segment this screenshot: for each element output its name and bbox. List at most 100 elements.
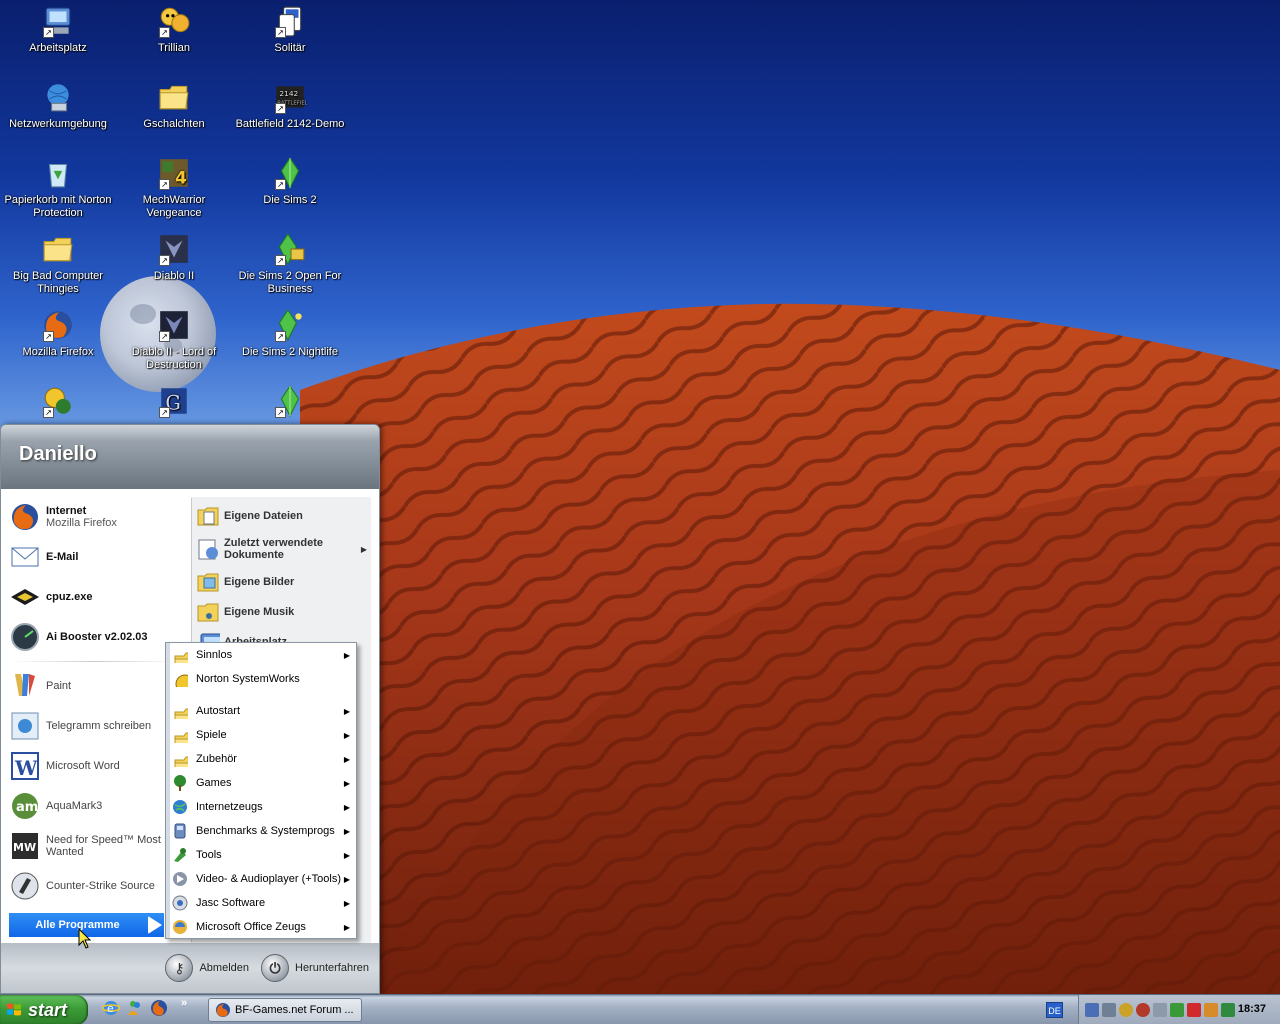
quick-launch-more[interactable]: »: [181, 997, 187, 1009]
antivirus-tray-icon[interactable]: [1136, 1003, 1150, 1017]
desktop-icon[interactable]: 2142BATTLEFIELD↗ Battlefield 2142-Demo: [232, 80, 348, 131]
recent-programs: Paint Telegramm schreiben W Microsoft Word a…: [1, 666, 189, 906]
programs-menu-item[interactable]: Zubehör ▶: [166, 747, 356, 779]
telegram-icon: [9, 710, 41, 742]
programs-menu-item[interactable]: Games ▶: [166, 771, 356, 795]
chevron-right-icon: ▶: [343, 706, 350, 716]
programs-menu-item-label: Video- & Audioplayer (+Tools): [196, 873, 342, 885]
desktop-icon[interactable]: ↗: [232, 384, 348, 422]
desktop-icon[interactable]: ↗ Diablo II: [116, 232, 232, 283]
recent-program-item[interactable]: Counter-Strike Source: [1, 866, 189, 906]
places-item[interactable]: Zuletzt verwendete Dokumente ▶: [192, 531, 371, 567]
programs-menu-item[interactable]: Tools ▶: [166, 843, 356, 867]
recent-program-item[interactable]: Telegramm schreiben: [1, 706, 189, 746]
desktop-icon[interactable]: ↗ Mozilla Firefox: [0, 308, 116, 359]
green-leaf-tray-icon[interactable]: [1170, 1003, 1184, 1017]
error-tray-icon[interactable]: [1187, 1003, 1201, 1017]
svg-text:MW: MW: [13, 841, 36, 854]
chevron-right-icon: ▶: [343, 802, 350, 812]
pinned-program-item[interactable]: E-Mail: [1, 537, 189, 577]
chevron-right-icon: ▶: [343, 754, 350, 764]
media-icon: [172, 871, 188, 887]
programs-menu-item[interactable]: Microsoft Office Zeugs ▶: [166, 915, 356, 939]
programs-menu-item[interactable]: Internetzeugs ▶: [166, 795, 356, 819]
pictures-folder-icon: [196, 570, 220, 594]
start-menu-programs-column: Internet Mozilla Firefox E-Mail cpuz.exe Ai …: [1, 491, 189, 943]
pinned-program-item[interactable]: Internet Mozilla Firefox: [1, 497, 189, 537]
svg-text:4: 4: [175, 169, 187, 189]
benchmark-icon: [172, 823, 188, 839]
desktop-icon[interactable]: ↗ Trillian: [116, 4, 232, 55]
programs-menu-item-label: Benchmarks & Systemprogs: [196, 825, 335, 837]
mechwarrior-icon: 4 ↗: [157, 156, 191, 190]
desktop-icon-label: Diablo II: [153, 270, 195, 282]
desktop-icon[interactable]: ↗ Diablo II - Lord of Destruction: [116, 308, 232, 372]
desktop-icon-label: Mozilla Firefox: [22, 346, 94, 358]
all-programs-menu: Sinnlos ▶ Norton SystemWorks Autostart ▶ Spie…: [165, 642, 357, 939]
word-icon: W: [9, 750, 41, 782]
places-item[interactable]: Eigene Musik: [192, 597, 371, 627]
programs-menu-item[interactable]: Video- & Audioplayer (+Tools) ▶: [166, 867, 356, 891]
desktop-icon[interactable]: 4 ↗ MechWarrior Vengeance: [116, 156, 232, 220]
start-label: start: [28, 999, 68, 1020]
desktop-icon-label: Arbeitsplatz: [29, 42, 87, 54]
solitaire-icon: ↗: [273, 4, 307, 38]
places-item-label: Eigene Musik: [224, 606, 295, 618]
pinned-program-item[interactable]: cpuz.exe: [1, 577, 189, 617]
start-button[interactable]: start: [0, 995, 88, 1024]
volume-tray-icon[interactable]: [1102, 1003, 1116, 1017]
clock[interactable]: 18:37: [1238, 1003, 1266, 1015]
logoff-button[interactable]: ⚷ Abmelden: [165, 954, 249, 982]
tree-icon: [172, 775, 188, 791]
recent-program-item[interactable]: W Microsoft Word: [1, 746, 189, 786]
desktop-icon[interactable]: ↗ Die Sims 2: [232, 156, 348, 207]
safely-remove-tray-icon[interactable]: [1221, 1003, 1235, 1017]
programs-menu-item[interactable]: Spiele ▶: [166, 723, 356, 755]
places-item-label: Eigene Dateien: [224, 510, 303, 522]
recent-program-item[interactable]: am AquaMark3: [1, 786, 189, 826]
programs-menu-item[interactable]: Norton SystemWorks: [166, 667, 356, 699]
sims-nightlife-icon: ↗: [273, 308, 307, 342]
desktop-icon[interactable]: ↗: [0, 384, 116, 422]
programs-menu-item-label: Sinnlos: [196, 649, 233, 661]
messenger-icon[interactable]: [126, 999, 144, 1017]
recent-program-item[interactable]: MW Need for Speed™ Most Wanted: [1, 826, 189, 866]
folder-icon: [172, 727, 202, 755]
desktop-icon[interactable]: Netzwerkumgebung: [0, 80, 116, 131]
desktop-icon[interactable]: Gschalchten: [116, 80, 232, 131]
desktop-icon[interactable]: ↗ Solitär: [232, 4, 348, 55]
programs-menu-item[interactable]: Benchmarks & Systemprogs ▶: [166, 819, 356, 843]
programs-menu-item[interactable]: Autostart ▶: [166, 699, 356, 731]
chevron-right-icon: ▶: [360, 544, 367, 554]
shutdown-button[interactable]: ⏻ Herunterfahren: [261, 954, 369, 982]
desktop-icon[interactable]: ↗ Arbeitsplatz: [0, 4, 116, 55]
network-tray-icon[interactable]: [1085, 1003, 1099, 1017]
taskbar-window-button[interactable]: BF-Games.net Forum ...: [208, 998, 362, 1022]
window-title: BF-Games.net Forum ...: [235, 1004, 354, 1016]
shortcut-arrow-icon: ↗: [159, 407, 170, 418]
folder-icon: [172, 703, 202, 731]
office-icon: [172, 919, 188, 935]
desktop-icon[interactable]: ↗ Die Sims 2 Nightlife: [232, 308, 348, 359]
places-item[interactable]: Eigene Bilder: [192, 567, 371, 597]
driver-tray-icon[interactable]: [1153, 1003, 1167, 1017]
programs-menu-item[interactable]: Jasc Software ▶: [166, 891, 356, 915]
radar-tray-icon[interactable]: [1119, 1003, 1133, 1017]
pinned-program-item[interactable]: Ai Booster v2.02.03: [1, 617, 189, 657]
language-indicator[interactable]: DE: [1046, 1002, 1063, 1018]
desktop-icon-label: Netzwerkumgebung: [9, 118, 107, 130]
firefox-icon[interactable]: [150, 999, 168, 1017]
ie-icon[interactable]: e: [101, 999, 121, 1017]
desktop-icon[interactable]: ↗ Die Sims 2 Open For Business: [232, 232, 348, 296]
places-item[interactable]: Eigene Dateien: [192, 501, 371, 531]
quick-launch: e: [101, 999, 168, 1017]
programs-menu-item[interactable]: Sinnlos ▶: [166, 643, 356, 675]
chip-icon: [9, 581, 41, 613]
desktop-icon[interactable]: G ↗: [116, 384, 232, 422]
recent-program-item[interactable]: Paint: [1, 666, 189, 706]
desktop-icon[interactable]: Papierkorb mit Norton Protection: [0, 156, 116, 220]
documents-folder-icon: [196, 504, 220, 528]
desktop-icon[interactable]: Big Bad Computer Thingies: [0, 232, 116, 296]
chevron-right-icon: ▶: [343, 826, 350, 836]
messenger-tray-icon[interactable]: [1204, 1003, 1218, 1017]
